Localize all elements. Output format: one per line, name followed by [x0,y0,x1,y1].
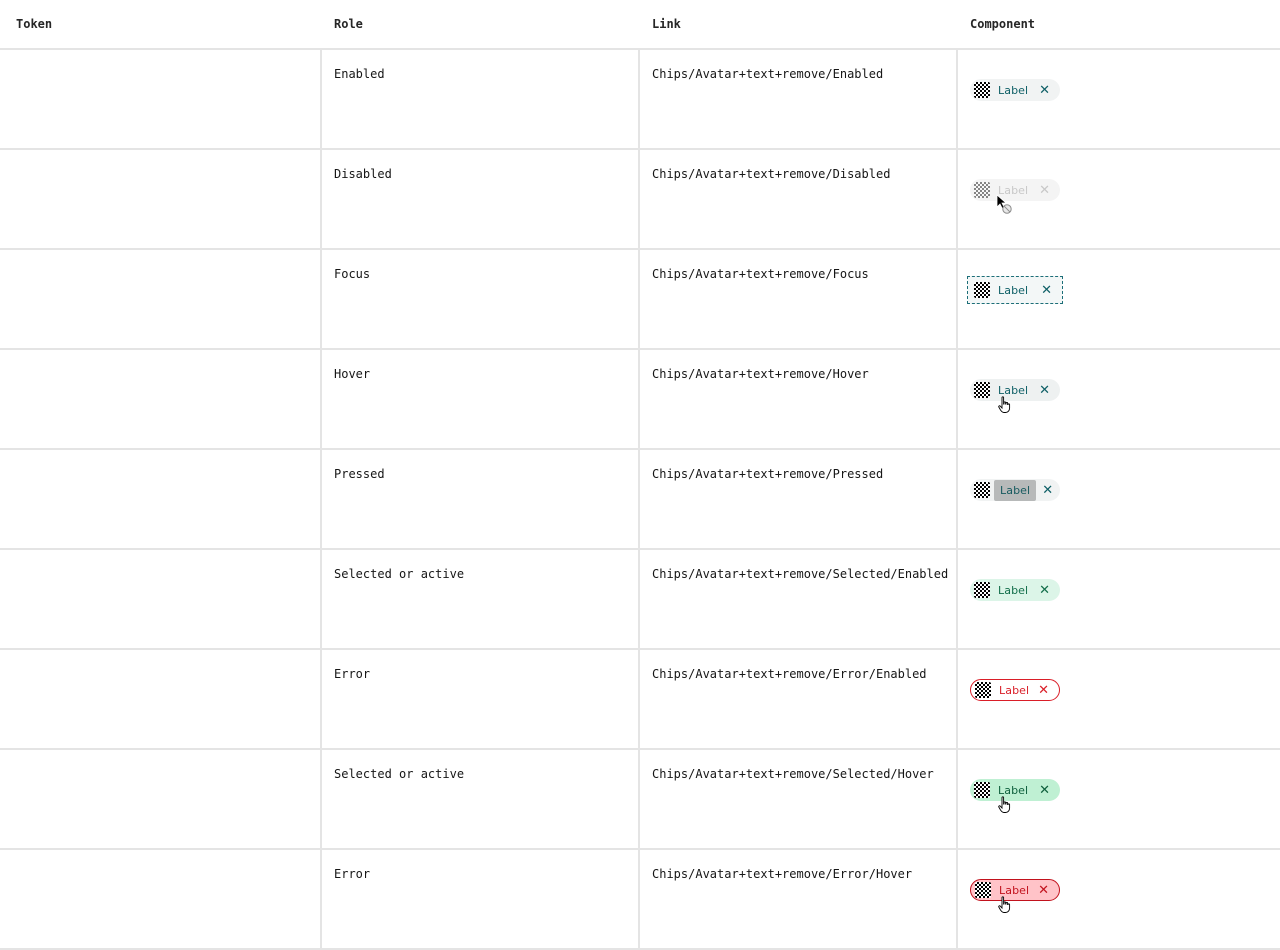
checkerboard-avatar-icon [975,882,991,898]
table-row: Selected or active Chips/Avatar+text+rem… [0,550,1280,650]
checkerboard-avatar-icon [974,782,990,798]
table-row: Enabled Chips/Avatar+text+remove/Enabled… [0,50,1280,150]
checkerboard-avatar-icon [974,182,990,198]
chip-label: Label [998,83,1029,97]
close-icon: ✕ [1039,182,1050,198]
component-cell: Label ✕ [958,550,1280,648]
chip-label: Label [999,883,1030,897]
link-cell[interactable]: Chips/Avatar+text+remove/Focus [640,250,958,348]
component-cell: Label ✕ [958,750,1280,848]
checkerboard-avatar-icon [974,382,990,398]
table-row: Error Chips/Avatar+text+remove/Error/Ena… [0,650,1280,750]
role-cell: Disabled [322,150,640,248]
chip-label: Label [994,479,1037,501]
table-row: Error Chips/Avatar+text+remove/Error/Hov… [0,850,1280,950]
close-icon[interactable]: ✕ [1041,284,1052,297]
component-cell: Label ✕ [958,450,1280,548]
token-cell [0,350,322,448]
component-cell: Label ✕ [958,350,1280,448]
close-icon[interactable]: ✕ [1039,784,1050,797]
close-icon[interactable]: ✕ [1039,84,1050,97]
checkerboard-avatar-icon [975,682,991,698]
role-cell: Hover [322,350,640,448]
link-cell[interactable]: Chips/Avatar+text+remove/Disabled [640,150,958,248]
chip-focus[interactable]: Label ✕ [967,276,1063,304]
column-header-component: Component [970,17,1036,31]
chip-label: Label [998,383,1029,397]
link-cell[interactable]: Chips/Avatar+text+remove/Selected/Hover [640,750,958,848]
hand-pointer-cursor [998,896,1011,913]
chip-selected[interactable]: Label ✕ [970,579,1060,601]
component-cell: Label ✕ [958,150,1280,248]
role-cell: Focus [322,250,640,348]
chip-error-hover[interactable]: Label ✕ [970,879,1060,901]
table-row: Selected or active Chips/Avatar+text+rem… [0,750,1280,850]
role-cell: Pressed [322,450,640,548]
table-row: Disabled Chips/Avatar+text+remove/Disabl… [0,150,1280,250]
close-icon[interactable]: ✕ [1038,884,1049,897]
link-cell[interactable]: Chips/Avatar+text+remove/Enabled [640,50,958,148]
token-cell [0,150,322,248]
chip-pressed[interactable]: Label ✕ [970,479,1060,501]
checkerboard-avatar-icon [974,582,990,598]
close-icon[interactable]: ✕ [1038,684,1049,697]
column-header-role: Role [334,17,363,31]
close-icon[interactable]: ✕ [1039,584,1050,597]
token-cell [0,650,322,748]
role-cell: Selected or active [322,550,640,648]
chip-enabled[interactable]: Label ✕ [970,79,1060,101]
checkerboard-avatar-icon [974,282,990,298]
column-header-link: Link [652,17,681,31]
component-cell: Label ✕ [958,250,1280,348]
close-icon[interactable]: ✕ [1039,384,1050,397]
component-cell: Label ✕ [958,650,1280,748]
token-cell [0,550,322,648]
token-cell [0,850,322,948]
column-header-token: Token [16,17,53,31]
chip-label: Label [998,283,1029,297]
chip-hover[interactable]: Label ✕ [970,379,1060,401]
link-cell[interactable]: Chips/Avatar+text+remove/Hover [640,350,958,448]
token-cell [0,750,322,848]
chip-error[interactable]: Label ✕ [970,679,1060,701]
role-cell: Enabled [322,50,640,148]
hand-pointer-cursor [998,796,1011,813]
chip-label: Label [998,583,1029,597]
token-cell [0,250,322,348]
role-cell: Selected or active [322,750,640,848]
role-cell: Error [322,850,640,948]
role-cell: Error [322,650,640,748]
chip-states-table: Token Role Link Component Enabled Chips/… [0,0,1280,950]
checkerboard-avatar-icon [974,482,990,498]
not-allowed-cursor [996,194,1012,214]
token-cell [0,450,322,548]
link-cell[interactable]: Chips/Avatar+text+remove/Pressed [640,450,958,548]
close-icon[interactable]: ✕ [1042,484,1053,497]
chip-label: Label [998,783,1029,797]
table-header: Token Role Link Component [0,0,1280,50]
link-cell[interactable]: Chips/Avatar+text+remove/Error/Enabled [640,650,958,748]
component-cell: Label ✕ [958,50,1280,148]
token-cell [0,50,322,148]
component-cell: Label ✕ [958,850,1280,948]
hand-pointer-cursor [998,396,1011,413]
table-row: Hover Chips/Avatar+text+remove/Hover Lab… [0,350,1280,450]
chip-selected-hover[interactable]: Label ✕ [970,779,1060,801]
table-row: Focus Chips/Avatar+text+remove/Focus Lab… [0,250,1280,350]
chip-label: Label [999,683,1030,697]
link-cell[interactable]: Chips/Avatar+text+remove/Selected/Enable… [640,550,958,648]
checkerboard-avatar-icon [974,82,990,98]
link-cell[interactable]: Chips/Avatar+text+remove/Error/Hover [640,850,958,948]
table-row: Pressed Chips/Avatar+text+remove/Pressed… [0,450,1280,550]
